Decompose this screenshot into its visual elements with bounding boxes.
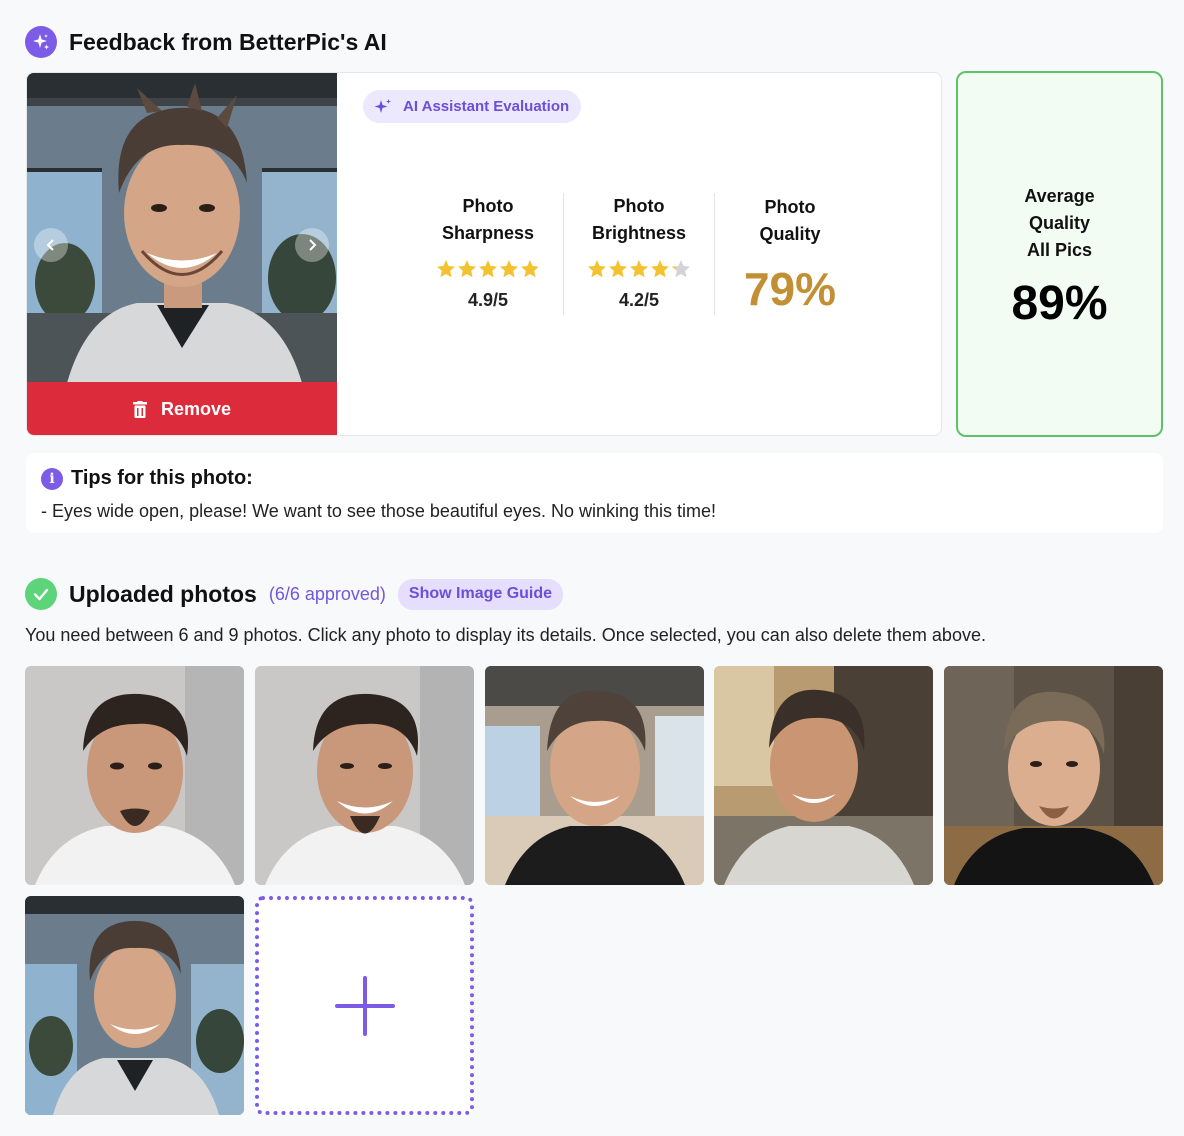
- sharpness-stars: [413, 259, 563, 284]
- star-icon: [436, 259, 456, 284]
- metric-label: Photo: [462, 196, 514, 216]
- metric-sharpness: Photo Sharpness 4.9/5: [413, 193, 563, 311]
- uploaded-title: Uploaded photos: [69, 580, 257, 607]
- evaluation-card: Remove AI Assistant Evaluation Photo Sha…: [26, 72, 942, 436]
- plus-icon: [334, 975, 395, 1036]
- average-quality-card: Average Quality All Pics 89%: [956, 71, 1163, 437]
- ai-evaluation-badge: AI Assistant Evaluation: [363, 90, 582, 123]
- remove-label: Remove: [160, 399, 232, 419]
- sparkle-icon: [374, 98, 391, 113]
- metric-label: Photo: [613, 196, 665, 216]
- star-icon: [629, 259, 649, 284]
- photo-thumbnail[interactable]: [25, 666, 244, 885]
- star-icon: [608, 259, 628, 284]
- selected-photo: [27, 73, 337, 383]
- remove-photo-button[interactable]: Remove: [27, 382, 337, 435]
- average-label: Quality: [1028, 213, 1090, 233]
- info-icon: i: [41, 467, 63, 490]
- star-icon: [671, 259, 691, 284]
- brightness-score: 4.2/5: [618, 290, 660, 310]
- star-icon: [457, 259, 477, 284]
- photo-thumbnail-selected[interactable]: [25, 896, 244, 1115]
- star-icon: [650, 259, 670, 284]
- chevron-right-icon: [309, 239, 317, 251]
- quality-percent: 79%: [743, 263, 837, 315]
- tips-header: i Tips for this photo:: [41, 467, 253, 490]
- approved-count: (6/6 approved): [268, 583, 386, 604]
- star-icon: [478, 259, 498, 284]
- brightness-stars: [564, 259, 714, 284]
- tips-title: Tips for this photo:: [71, 467, 253, 489]
- metric-brightness: Photo Brightness 4.2/5: [564, 193, 714, 311]
- average-label: All Pics: [1026, 240, 1093, 260]
- tip-text: - Eyes wide open, please! We want to see…: [41, 501, 717, 521]
- star-icon: [499, 259, 519, 284]
- chevron-left-icon: [46, 239, 54, 251]
- trash-icon: [132, 401, 147, 418]
- check-icon: [25, 578, 57, 610]
- metric-label: Brightness: [591, 223, 687, 243]
- photo-thumbnail[interactable]: [255, 666, 474, 885]
- star-icon: [587, 259, 607, 284]
- show-image-guide-button[interactable]: Show Image Guide: [397, 578, 564, 610]
- uploaded-header: Uploaded photos (6/6 approved) Show Imag…: [25, 578, 564, 610]
- ai-evaluation-label: AI Assistant Evaluation: [403, 98, 570, 115]
- previous-photo-button[interactable]: [34, 228, 68, 262]
- add-photo-button[interactable]: [255, 896, 474, 1115]
- next-photo-button[interactable]: [295, 228, 329, 262]
- sharpness-score: 4.9/5: [467, 290, 509, 310]
- photo-thumbnail[interactable]: [485, 666, 704, 885]
- metric-label: Quality: [759, 224, 821, 244]
- photo-thumbnail[interactable]: [714, 666, 933, 885]
- sparkle-icon: [25, 26, 57, 58]
- photo-thumbnail[interactable]: [944, 666, 1163, 885]
- feedback-header: Feedback from BetterPic's AI: [25, 26, 387, 58]
- metric-quality: Photo Quality 79%: [715, 194, 865, 316]
- metric-label: Photo: [764, 197, 816, 217]
- average-percent: 89%: [1011, 277, 1108, 330]
- average-label: Average: [1024, 186, 1095, 206]
- upload-instructions: You need between 6 and 9 photos. Click a…: [25, 625, 986, 645]
- metric-label: Sharpness: [441, 223, 535, 243]
- tips-card: i Tips for this photo: - Eyes wide open,…: [26, 453, 1163, 533]
- star-icon: [520, 259, 540, 284]
- feedback-title: Feedback from BetterPic's AI: [69, 28, 387, 55]
